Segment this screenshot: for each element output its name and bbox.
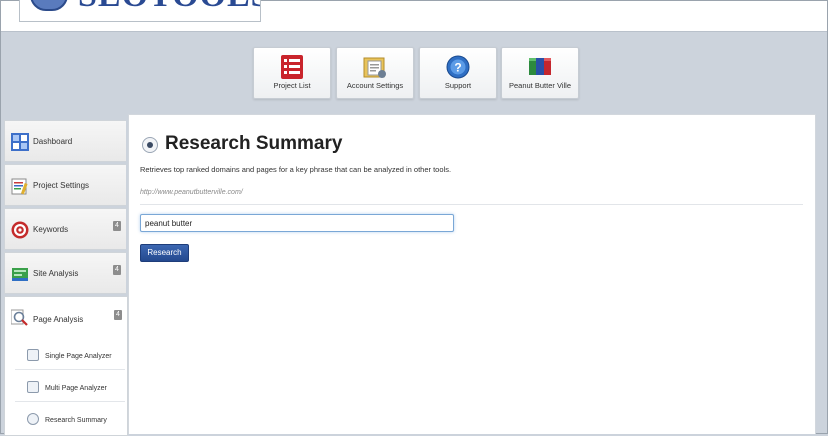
sidebar-item-label: Project Settings [33, 181, 90, 190]
sidebar-item-site-analysis[interactable]: Site Analysis 4 [4, 252, 126, 294]
folder-settings-icon [363, 57, 386, 78]
sidebar-subitem-label: Multi Page Analyzer [45, 385, 107, 392]
sidebar-item-label: Page Analysis [33, 315, 84, 324]
research-summary-icon [142, 137, 158, 153]
target-icon [11, 221, 29, 239]
count-badge: 4 [113, 265, 121, 275]
sidebar-subitem-multi-page-analyzer[interactable]: Multi Page Analyzer [15, 375, 125, 402]
sidebar-section-page-analysis: Page Analysis 4 Single Page Analyzer Mul… [4, 296, 128, 436]
sidebar-item-dashboard[interactable]: Dashboard [4, 120, 126, 162]
multi-page-icon [27, 381, 39, 393]
tile-label: Support [444, 81, 472, 90]
sidebar-item-label: Site Analysis [33, 269, 79, 278]
sidebar-item-page-analysis[interactable]: Page Analysis 4 [5, 297, 127, 339]
key-phrase-input[interactable] [140, 214, 454, 232]
page-title: Research Summary [165, 133, 343, 154]
svg-text:?: ? [454, 61, 461, 75]
tile-label: Peanut Butter Ville [509, 81, 571, 90]
research-summary-icon [27, 413, 39, 425]
list-icon [281, 55, 303, 79]
sidebar-item-label: Dashboard [33, 137, 73, 146]
project-cubes-icon [529, 58, 551, 75]
sidebar-subitem-research-summary[interactable]: Research Summary [15, 407, 125, 433]
count-badge: 4 [114, 310, 122, 320]
sidebar-subitem-label: Single Page Analyzer [45, 353, 112, 360]
site-analysis-icon [12, 268, 28, 281]
sidebar-subitem-label: Research Summary [45, 417, 107, 424]
logo-text: SEOTOOLSET [78, 0, 260, 15]
magnifier-icon [11, 309, 28, 326]
logo[interactable]: SEOTOOLSET [19, 0, 261, 22]
count-badge: 4 [113, 221, 121, 231]
main-panel: Research Summary Retrieves top ranked do… [128, 114, 816, 434]
research-button[interactable]: Research [140, 244, 189, 262]
page-description: Retrieves top ranked domains and pages f… [140, 165, 452, 174]
account-settings-button[interactable]: Account Settings [336, 47, 414, 99]
divider [140, 204, 803, 205]
tile-label: Project List [273, 81, 311, 90]
support-button[interactable]: ? Support [419, 47, 497, 99]
project-peanut-butter-ville-button[interactable]: Peanut Butter Ville [501, 47, 579, 99]
shield-logo-icon [30, 0, 68, 11]
header: SEOTOOLSET [1, 0, 827, 32]
tile-label: Account Settings [346, 81, 404, 90]
project-url: http://www.peanutbutterville.com/ [140, 189, 243, 196]
sidebar-item-project-settings[interactable]: Project Settings [4, 164, 126, 206]
sidebar-subitem-single-page-analyzer[interactable]: Single Page Analyzer [15, 343, 125, 370]
project-list-button[interactable]: Project List [253, 47, 331, 99]
sidebar-item-keywords[interactable]: Keywords 4 [4, 208, 126, 250]
help-icon: ? [446, 55, 470, 79]
dashboard-icon [11, 133, 29, 151]
project-settings-icon [11, 178, 28, 195]
sidebar-item-label: Keywords [33, 225, 69, 234]
single-page-icon [27, 349, 39, 361]
